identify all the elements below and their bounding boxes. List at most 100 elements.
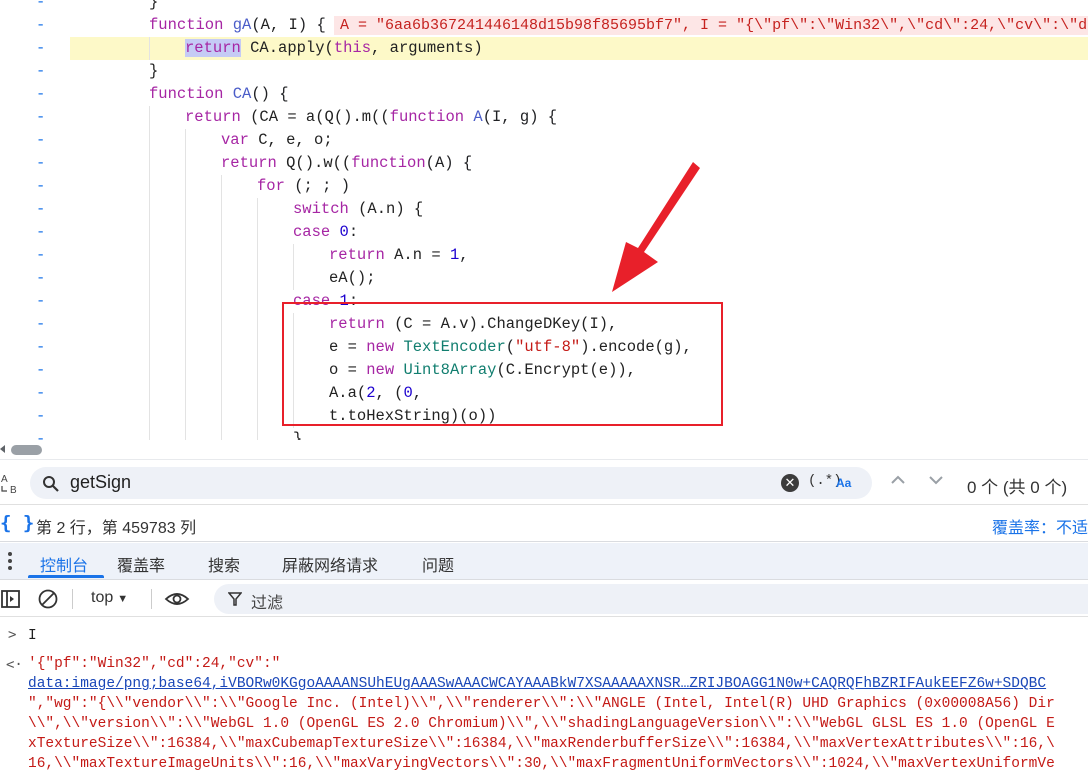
code-line[interactable]: -}: [0, 60, 1088, 83]
indent-guide: [221, 198, 222, 221]
context-selector[interactable]: top ▼: [91, 589, 128, 607]
source-code-editor[interactable]: -} - function gA(A, I) {A = "6aa6b36724144…: [0, 0, 1088, 440]
indent-guide: [221, 428, 222, 440]
code-line[interactable]: - switch (A.n) {: [0, 198, 1088, 221]
live-expression-eye-icon[interactable]: [164, 588, 190, 610]
svg-text:A: A: [1, 474, 8, 485]
tab-coverage[interactable]: 覆盖率: [117, 552, 165, 576]
line-gutter-marker[interactable]: -: [36, 129, 46, 152]
tab-console[interactable]: 控制台: [40, 552, 88, 576]
indent-guide: [221, 336, 222, 359]
indent-guide: [221, 359, 222, 382]
code-text: return A.n = 1,: [329, 246, 469, 264]
data-url-link[interactable]: data:image/png;base64,iVBORw0KGgoAAAANSU…: [28, 676, 1046, 692]
indent-guide: [185, 198, 186, 221]
search-input[interactable]: getSign: [70, 472, 131, 493]
indent-guide: [221, 313, 222, 336]
line-gutter-marker[interactable]: -: [36, 0, 46, 14]
annotation-red-box: [282, 302, 723, 426]
console-output-line: data:image/png;base64,iVBORw0KGgoAAAANSU…: [28, 674, 1046, 694]
sidebar-toggle-icon[interactable]: [0, 588, 22, 610]
indent-guide: [221, 382, 222, 405]
search-input-box[interactable]: getSign ✕ (.*) Aa: [30, 467, 872, 499]
scrollbar-thumb[interactable]: [11, 445, 42, 455]
code-text: return Q().w((function(A) {: [221, 154, 473, 172]
scroll-left-icon[interactable]: [0, 445, 5, 453]
pretty-print-icon[interactable]: { }: [0, 512, 34, 534]
code-line[interactable]: - function gA(A, I) {A = "6aa6b3672414461…: [0, 14, 1088, 37]
find-bar: AB getSign ✕ (.*) Aa 0 个 (共 0 个): [0, 461, 1088, 505]
annotation-red-arrow: [612, 162, 700, 292]
line-gutter-marker[interactable]: -: [36, 336, 46, 359]
line-gutter-marker[interactable]: -: [36, 244, 46, 267]
previous-match-icon[interactable]: [890, 475, 906, 485]
code-text: function gA(A, I) {: [149, 16, 326, 34]
line-gutter-marker[interactable]: -: [36, 106, 46, 129]
clear-search-icon[interactable]: ✕: [781, 474, 799, 492]
line-gutter-marker[interactable]: -: [36, 405, 46, 428]
context-selector-label: top: [91, 589, 114, 606]
next-match-icon[interactable]: [928, 475, 944, 485]
indent-guide: [149, 37, 150, 60]
line-gutter-marker[interactable]: -: [36, 382, 46, 405]
line-gutter-marker[interactable]: -: [36, 313, 46, 336]
indent-guide: [257, 359, 258, 382]
console-output-line: xTextureSize\\":16384,\\"maxCubemapTextu…: [28, 736, 1055, 752]
indent-guide: [149, 313, 150, 336]
line-gutter-marker[interactable]: -: [36, 37, 46, 60]
code-line[interactable]: - return CA.apply(this, arguments): [0, 37, 1088, 60]
console-input-entry[interactable]: I: [28, 626, 37, 646]
code-line[interactable]: - eA();: [0, 267, 1088, 290]
coverage-status[interactable]: 覆盖率：不适: [992, 514, 1088, 538]
search-icon: [43, 476, 59, 492]
line-gutter-marker[interactable]: -: [36, 290, 46, 313]
code-line[interactable]: - var C, e, o;: [0, 129, 1088, 152]
tab-network-request-blocking[interactable]: 屏蔽网络请求: [282, 552, 378, 576]
indent-guide: [149, 152, 150, 175]
editor-status-bar: { } 第 2 行，第 459783 列 覆盖率：不适: [0, 505, 1088, 542]
indent-guide: [221, 290, 222, 313]
indent-guide: [149, 129, 150, 152]
code-text: for (; ; ): [257, 177, 351, 195]
code-line[interactable]: - for (; ; ): [0, 175, 1088, 198]
tab-search[interactable]: 搜索: [208, 552, 240, 576]
code-text: return CA.apply(this, arguments): [185, 39, 483, 57]
console-output-line: ","wg":"{\\"vendor\\":\\"Google Inc. (In…: [28, 696, 1055, 712]
clear-console-icon[interactable]: [37, 588, 59, 610]
cursor-position: 第 2 行，第 459783 列: [36, 520, 197, 537]
code-line[interactable]: - return (CA = a(Q().m((function A(I, g) …: [0, 106, 1088, 129]
code-line[interactable]: -}: [0, 428, 1088, 440]
code-line[interactable]: -}: [0, 0, 1088, 14]
code-line[interactable]: - function CA() {: [0, 83, 1088, 106]
console-filter-input[interactable]: 过滤: [251, 589, 283, 613]
line-gutter-marker[interactable]: -: [36, 175, 46, 198]
line-gutter-marker[interactable]: -: [36, 83, 46, 106]
horizontal-scrollbar[interactable]: [0, 440, 1088, 460]
line-gutter-marker[interactable]: -: [36, 221, 46, 244]
tab-issues[interactable]: 问题: [422, 552, 454, 576]
code-line[interactable]: - case 0:: [0, 221, 1088, 244]
indent-guide: [185, 244, 186, 267]
console-filter-box[interactable]: 过滤: [214, 584, 1088, 614]
line-gutter-marker[interactable]: -: [36, 359, 46, 382]
code-text: }: [293, 430, 303, 440]
indent-guide: [221, 221, 222, 244]
indent-guide: [185, 313, 186, 336]
line-gutter-marker[interactable]: -: [36, 428, 46, 440]
replace-toggle-icon[interactable]: AB: [0, 472, 24, 496]
indent-guide: [149, 336, 150, 359]
code-line[interactable]: - return A.n = 1,: [0, 244, 1088, 267]
match-case-button[interactable]: Aa: [836, 476, 851, 490]
line-gutter-marker[interactable]: -: [36, 198, 46, 221]
indent-guide: [149, 175, 150, 198]
code-line[interactable]: - return Q().w((function(A) {: [0, 152, 1088, 175]
line-gutter-marker[interactable]: -: [36, 60, 46, 83]
console-toolbar: top ▼ 过滤: [0, 581, 1088, 617]
line-gutter-marker[interactable]: -: [36, 152, 46, 175]
line-gutter-marker[interactable]: -: [36, 267, 46, 290]
indent-guide: [257, 290, 258, 313]
line-gutter-marker[interactable]: -: [36, 14, 46, 37]
indent-guide: [185, 428, 186, 440]
more-options-icon[interactable]: [8, 552, 12, 573]
console-output[interactable]: > I <· '{"pf":"Win32","cd":24,"cv":" data…: [0, 618, 1088, 778]
